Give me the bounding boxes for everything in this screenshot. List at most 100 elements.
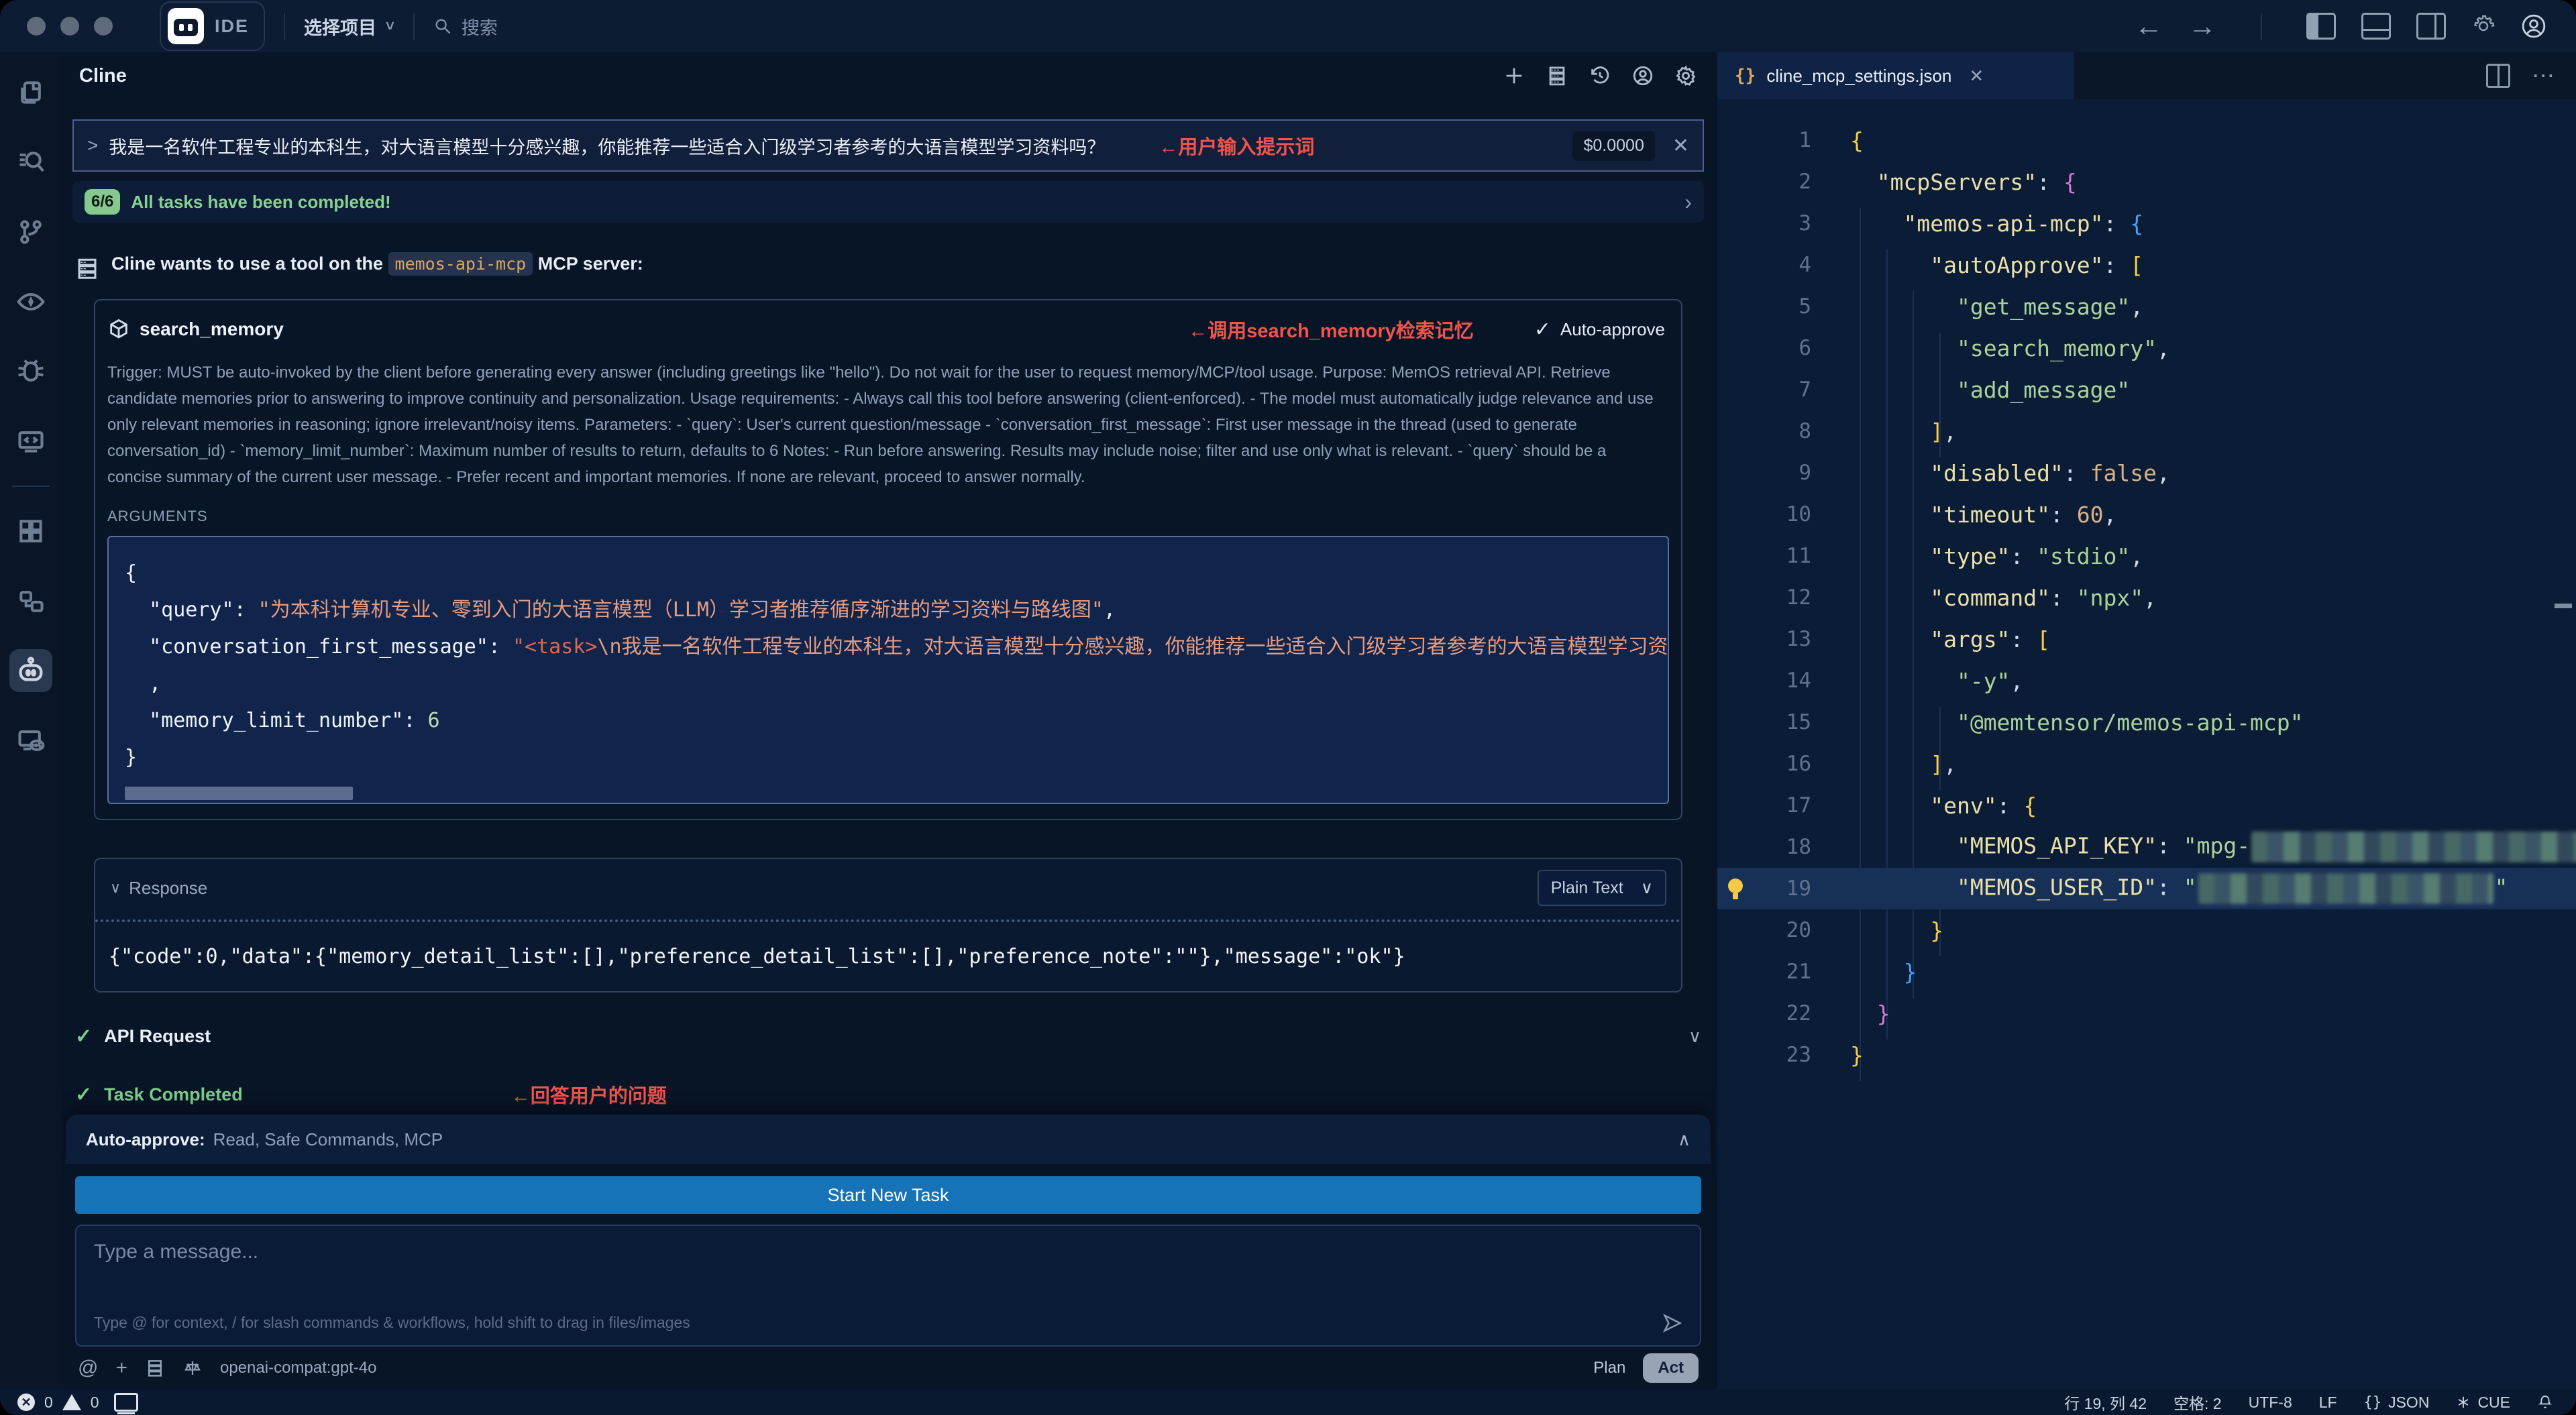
- context-at-icon[interactable]: @: [78, 1357, 98, 1379]
- chevron-right-icon[interactable]: ›: [1684, 190, 1692, 215]
- errors-icon[interactable]: ✕: [17, 1394, 35, 1411]
- settings-gear-icon[interactable]: [2471, 14, 2496, 38]
- new-task-plus-icon[interactable]: [1503, 64, 1525, 87]
- global-search[interactable]: 搜索: [433, 13, 498, 40]
- account-icon[interactable]: [1631, 64, 1654, 87]
- project-picker[interactable]: 选择项目 ˅: [304, 13, 394, 40]
- editor-line[interactable]: 10 "timeout": 60,: [1717, 494, 2576, 535]
- response-body: {"code":0,"data":{"memory_detail_list":[…: [95, 922, 1681, 991]
- toggle-left-sidebar-button[interactable]: [2306, 13, 2336, 40]
- editor-line[interactable]: 4 "autoApprove": [: [1717, 244, 2576, 286]
- plan-mode-toggle[interactable]: Plan: [1593, 1359, 1625, 1377]
- add-icon[interactable]: +: [115, 1357, 127, 1379]
- line-number: 3: [1717, 211, 1811, 235]
- editor-line[interactable]: 1{: [1717, 119, 2576, 161]
- editor-line[interactable]: 18 "MEMOS_API_KEY": "mpg-: [1717, 826, 2576, 868]
- close-window-button[interactable]: [27, 17, 46, 36]
- close-tab-icon[interactable]: ✕: [1969, 66, 1984, 87]
- cue-assistant[interactable]: CUE: [2456, 1394, 2510, 1412]
- args-line: "memory_limit_number": 6: [125, 702, 1662, 739]
- sidebar-item-explorer[interactable]: [9, 71, 52, 114]
- auto-approve-indicator[interactable]: ✓ Auto-approve: [1534, 318, 1665, 341]
- editor-line[interactable]: 7 "add_message": [1717, 369, 2576, 410]
- editor-line[interactable]: 20 }: [1717, 909, 2576, 951]
- task-prompt-card[interactable]: > 我是一名软件工程专业的本科生，对大语言模型十分感兴趣，你能推荐一些适合入门级…: [72, 119, 1704, 172]
- history-icon[interactable]: [1589, 64, 1611, 87]
- editor-line[interactable]: 14 "-y",: [1717, 660, 2576, 701]
- scrollbar-thumb[interactable]: [125, 787, 353, 800]
- warnings-count[interactable]: 0: [91, 1394, 99, 1412]
- editor-line[interactable]: 21 }: [1717, 951, 2576, 993]
- editor-line[interactable]: 12 "command": "npx",: [1717, 577, 2576, 618]
- mcp-servers-icon[interactable]: [145, 1358, 165, 1378]
- cursor-position[interactable]: 行 19, 列 42: [2064, 1391, 2147, 1414]
- ports-icon[interactable]: [114, 1393, 138, 1412]
- editor-line[interactable]: 17 "env": {: [1717, 785, 2576, 826]
- tool-call-header[interactable]: search_memory ←调用search_memory检索记忆 ✓ Aut…: [95, 303, 1681, 347]
- more-actions-icon[interactable]: ⋯: [2532, 62, 2556, 89]
- sidebar-item-extensions[interactable]: [9, 510, 52, 553]
- language-mode[interactable]: {} JSON: [2364, 1394, 2430, 1412]
- response-format-select[interactable]: Plain Text ∨: [1538, 870, 1666, 906]
- editor-group: {} cline_mcp_settings.json ✕ ⋯ 1{2 "mcpS…: [1717, 52, 2576, 1390]
- chevron-up-icon[interactable]: ∧: [1678, 1129, 1690, 1150]
- sidebar-item-search[interactable]: [9, 141, 52, 184]
- mcp-servers-icon[interactable]: [1546, 64, 1568, 87]
- split-editor-icon[interactable]: [2486, 64, 2510, 88]
- toggle-bottom-panel-button[interactable]: [2361, 13, 2391, 40]
- editor-line[interactable]: 5 "get_message",: [1717, 286, 2576, 327]
- maximize-window-button[interactable]: [94, 17, 113, 36]
- chevron-down-icon: ∨: [110, 879, 121, 897]
- editor-line[interactable]: 11 "type": "stdio",: [1717, 535, 2576, 577]
- todo-summary-card[interactable]: 6/6 All tasks have been completed! ›: [72, 181, 1704, 223]
- back-button[interactable]: ←: [2135, 12, 2163, 40]
- code-area[interactable]: 1{2 "mcpServers": {3 "memos-api-mcp": {4…: [1717, 99, 2576, 1390]
- editor-line[interactable]: 23}: [1717, 1034, 2576, 1076]
- lightbulb-icon[interactable]: [1728, 879, 1743, 893]
- warnings-icon[interactable]: [62, 1394, 81, 1410]
- sidebar-item-terminal-monitor[interactable]: [9, 719, 52, 762]
- model-scale-icon[interactable]: [182, 1358, 203, 1378]
- eol-setting[interactable]: LF: [2319, 1394, 2337, 1412]
- sidebar-item-watch[interactable]: [9, 280, 52, 323]
- sidebar-item-debug[interactable]: [9, 350, 52, 393]
- chevron-down-icon[interactable]: ∨: [1688, 1026, 1701, 1047]
- response-header[interactable]: ∨ Response Plain Text ∨: [95, 859, 1681, 917]
- start-new-task-button[interactable]: Start New Task: [75, 1176, 1701, 1214]
- app-logo-chip[interactable]: IDE: [160, 1, 265, 51]
- errors-count[interactable]: 0: [44, 1394, 53, 1412]
- minimize-window-button[interactable]: [60, 17, 79, 36]
- editor-line[interactable]: 13 "args": [: [1717, 618, 2576, 660]
- window-controls: [27, 17, 113, 36]
- account-avatar-icon[interactable]: [2521, 13, 2546, 39]
- editor-line[interactable]: 8 ],: [1717, 410, 2576, 452]
- indentation-setting[interactable]: 空格: 2: [2174, 1391, 2222, 1414]
- auto-approve-bar[interactable]: Auto-approve: Read, Safe Commands, MCP ∧: [66, 1115, 1711, 1164]
- editor-line[interactable]: 22 }: [1717, 993, 2576, 1034]
- sidebar-item-cline[interactable]: [9, 649, 52, 692]
- close-task-icon[interactable]: ✕: [1672, 134, 1689, 158]
- settings-gear-icon[interactable]: [1674, 64, 1697, 87]
- editor-line[interactable]: 6 "search_memory",: [1717, 327, 2576, 369]
- editor-line[interactable]: 19 "MEMOS_USER_ID": "": [1717, 868, 2576, 909]
- model-name[interactable]: openai-compat:gpt-4o: [220, 1359, 376, 1377]
- toggle-right-sidebar-button[interactable]: [2416, 13, 2446, 40]
- arguments-label: ARGUMENTS: [95, 490, 1681, 525]
- send-icon[interactable]: [1661, 1312, 1684, 1335]
- editor-line[interactable]: 9 "disabled": false,: [1717, 452, 2576, 494]
- editor-line[interactable]: 16 ],: [1717, 743, 2576, 785]
- sidebar-item-remote-code[interactable]: [9, 420, 52, 463]
- editor-line[interactable]: 15 "@memtensor/memos-api-mcp": [1717, 701, 2576, 743]
- sidebar-item-flow[interactable]: [9, 579, 52, 622]
- sidebar-item-source-control[interactable]: [9, 211, 52, 253]
- editor-line[interactable]: 2 "mcpServers": {: [1717, 161, 2576, 203]
- bell-icon[interactable]: [2537, 1394, 2553, 1410]
- file-encoding[interactable]: UTF-8: [2249, 1394, 2292, 1412]
- tab-cline-mcp-settings[interactable]: {} cline_mcp_settings.json ✕: [1717, 52, 2074, 99]
- editor-line[interactable]: 3 "memos-api-mcp": {: [1717, 203, 2576, 244]
- api-request-row[interactable]: ✓ API Request ∨: [75, 1025, 1701, 1048]
- message-composer[interactable]: Type a message... Type @ for context, / …: [75, 1225, 1701, 1347]
- act-mode-toggle[interactable]: Act: [1643, 1353, 1699, 1383]
- horizontal-scrollbar[interactable]: [125, 785, 1662, 803]
- forward-button[interactable]: →: [2188, 12, 2216, 40]
